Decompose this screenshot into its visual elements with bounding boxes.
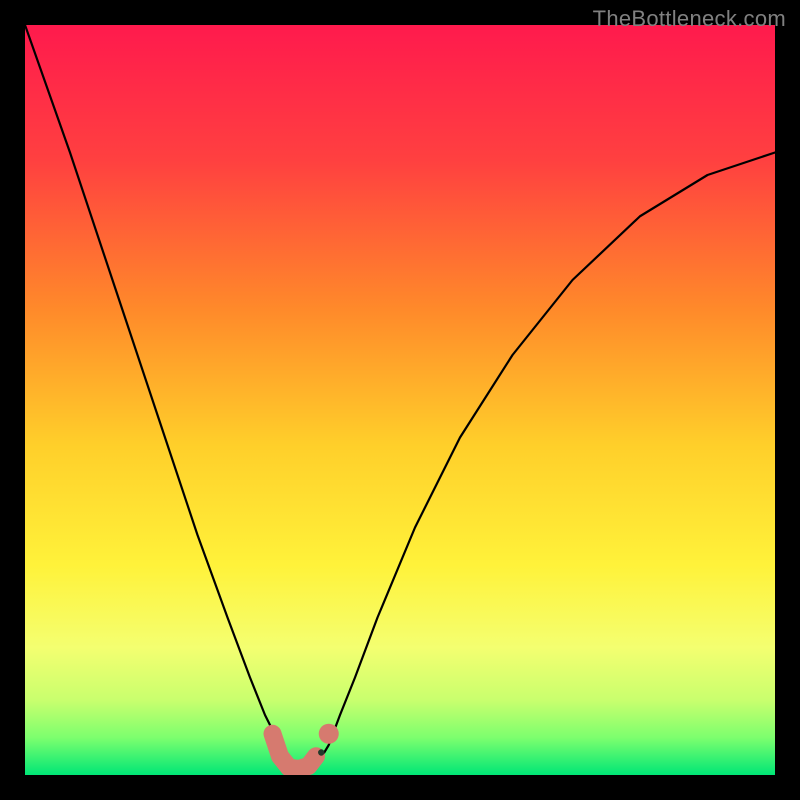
gradient-background: [25, 25, 775, 775]
marker-detached-dot: [319, 724, 339, 744]
chart-frame: TheBottleneck.com: [0, 0, 800, 800]
bottleneck-plot: [25, 25, 775, 775]
marker-focus-dot: [318, 749, 324, 755]
